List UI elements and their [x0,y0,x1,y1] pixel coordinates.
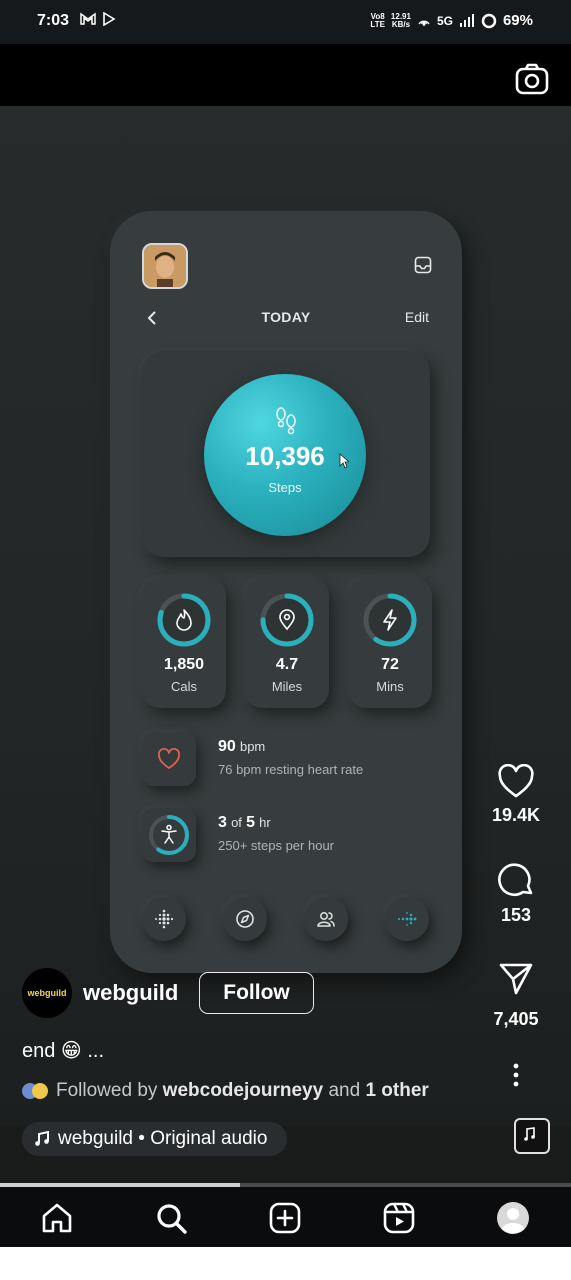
arrow-dots-icon [398,912,417,926]
author-row[interactable]: webguild webguild [22,968,178,1018]
activity-ring [149,815,189,855]
person-icon [161,824,177,844]
calories-ring [157,593,211,647]
heart-rate-value: 90 bpm [218,738,266,755]
minutes-value: 72 [381,656,399,673]
post-caption[interactable]: end 😁 ... [22,1038,104,1063]
calories-card[interactable]: 1,850 Cals [142,578,226,708]
home-icon[interactable] [40,1201,74,1235]
follow-button[interactable]: Follow [199,972,314,1014]
status-bar: 7:03 Vo8 LTE 12.91 KB/s 5G 69% [0,0,571,44]
nav-forward-button[interactable] [385,897,429,941]
search-icon[interactable] [154,1201,188,1235]
activity-sub: 250+ steps per hour [218,838,334,853]
minutes-label: Mins [376,679,404,694]
comment-count: 153 [500,905,532,925]
calories-label: Cals [170,679,197,694]
followed-by[interactable]: Followed by webcodejourneyy and 1 other [22,1080,429,1102]
audio-pill[interactable]: webguild • Original audio [22,1122,288,1156]
avatar [142,243,188,289]
minutes-ring [363,593,417,647]
like-action[interactable]: 19.4K [461,763,571,826]
like-count: 19.4K [491,805,541,825]
top-bar [0,44,571,106]
more-options-button[interactable] [461,1062,571,1093]
miles-label: Miles [271,679,303,694]
activity-button[interactable] [142,808,196,862]
network-speed: 12.91 KB/s [390,11,411,29]
heart-outline-icon [498,763,534,798]
reels-icon[interactable] [382,1201,416,1235]
play-store-icon [103,12,116,26]
signal-type: 5G [436,13,453,28]
fitbit-dots-icon [155,909,174,929]
status-notification-icons [80,12,116,26]
inbox-icon[interactable] [414,256,432,274]
steps-circle: 10,396 Steps [204,374,366,536]
steps-card[interactable]: 10,396 Steps [142,351,430,557]
heart-rate-button[interactable] [142,732,196,786]
footprints-icon [276,407,296,435]
status-time: 7:03 [37,12,70,29]
share-action[interactable]: 7,405 [461,962,571,1030]
audio-thumbnail[interactable] [514,1118,550,1154]
compass-icon [236,910,254,928]
battery-icon [481,13,497,28]
hotspot-icon [418,20,430,26]
steps-label: Steps [268,480,302,495]
calories-value: 1,850 [163,656,205,673]
camera-icon[interactable] [515,62,549,96]
minutes-card[interactable]: 72 Mins [348,578,432,708]
create-post-icon[interactable] [268,1201,302,1235]
nav-compass-button[interactable] [223,897,267,941]
activity-value: 3 of 5 hr [218,814,271,831]
profile-avatar-icon[interactable] [496,1201,530,1235]
miles-ring [260,593,314,647]
edit-button[interactable]: Edit [405,309,429,325]
follower-avatars [22,1083,48,1099]
music-note-icon [35,1131,49,1146]
status-right-icons: Vo8 LTE 12.91 KB/s 5G 69% [370,12,533,29]
miles-value: 4.7 [275,656,299,673]
heart-icon [158,748,180,769]
signal-icon [459,13,474,27]
bottom-navigation [0,1187,571,1247]
send-icon [499,963,533,995]
comment-icon [498,863,533,897]
system-nav-bar [0,1247,571,1280]
fitness-app-mockup: TODAY Edit 10,396 Steps 1,850 Cals 4.7 M… [110,211,462,973]
share-count: 7,405 [493,1009,539,1029]
author-avatar[interactable]: webguild [22,968,72,1018]
author-username[interactable]: webguild [83,980,178,1006]
app-header: TODAY Edit [110,309,462,329]
miles-card[interactable]: 4.7 Miles [245,578,329,708]
comment-action[interactable]: 153 [461,862,571,926]
mouse-cursor-icon [339,453,349,469]
audio-label: webguild • Original audio [58,1128,268,1149]
music-note-icon [524,1127,535,1141]
nav-fitbit-button[interactable] [142,897,186,941]
heart-rate-sub: 76 bpm resting heart rate [218,762,364,777]
gmail-icon [80,12,96,25]
network-type: Vo8 LTE [370,11,385,29]
people-icon [317,912,335,927]
more-vertical-icon [513,1063,519,1087]
battery-percent: 69% [502,12,533,29]
nav-people-button[interactable] [304,897,348,941]
